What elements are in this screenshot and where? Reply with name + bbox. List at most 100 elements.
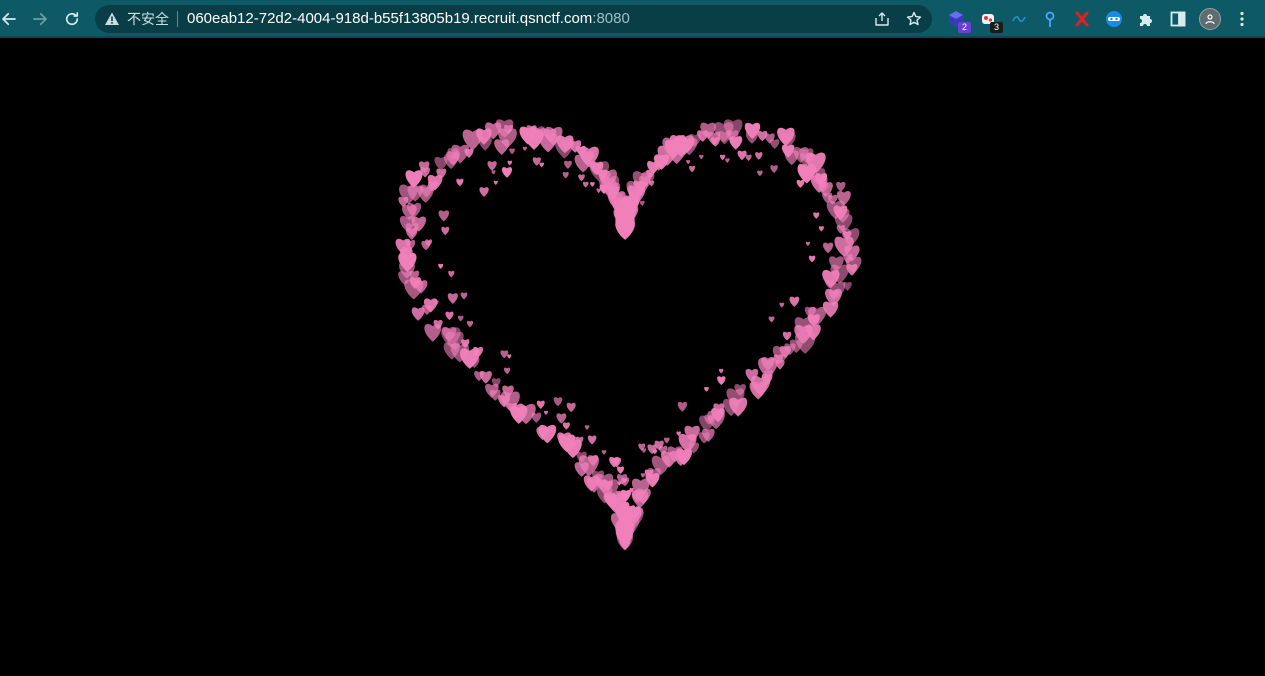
heart-particle: [749, 381, 767, 400]
heart-particle: [448, 270, 455, 278]
heart-particles: [395, 119, 862, 551]
heart-particle: [491, 170, 496, 175]
extension-2-badge: 3: [990, 22, 1003, 33]
mask-extension-icon: [1106, 11, 1122, 27]
heart-particle: [755, 152, 763, 160]
more-menu-icon: [1240, 11, 1244, 27]
heart-particle: [737, 150, 747, 161]
warning-icon[interactable]: [104, 11, 120, 27]
heart-particle: [456, 178, 464, 187]
url-port: :8080: [592, 10, 630, 27]
heart-particle: [717, 376, 726, 385]
heart-particle: [704, 386, 709, 392]
more-menu-button[interactable]: [1231, 8, 1253, 30]
share-button[interactable]: [872, 9, 892, 29]
heart-particle: [405, 170, 423, 188]
heart-particle: [796, 179, 805, 188]
heart-particle: [718, 368, 724, 374]
forward-button[interactable]: [27, 6, 53, 32]
heart-particle: [699, 154, 704, 160]
heart-particle: [698, 432, 710, 444]
star-icon: [906, 11, 922, 26]
heart-particle: [808, 255, 816, 263]
link-extension-icon: [1012, 16, 1026, 22]
heart-particle: [466, 320, 474, 328]
heart-particle: [770, 139, 780, 149]
heart-particle: [616, 466, 625, 474]
bookmark-star-button[interactable]: [904, 9, 924, 29]
extension-2-button[interactable]: 3: [977, 8, 1003, 33]
extension-4-button[interactable]: [1039, 8, 1061, 30]
share-icon: [875, 12, 889, 26]
heart-particle: [813, 212, 820, 219]
heart-particle: [745, 131, 759, 144]
profile-avatar[interactable]: [1199, 8, 1221, 30]
heart-particle: [445, 311, 454, 321]
address-bar[interactable]: 不安全 060eab12-72d2-4004-918d-b55f13805b19…: [95, 5, 932, 33]
heart-particle: [487, 161, 497, 171]
heart-particle: [710, 137, 721, 147]
heart-particle: [536, 400, 545, 409]
security-status-label[interactable]: 不安全: [127, 11, 169, 27]
heart-particle: [590, 182, 595, 187]
heart-particle: [507, 354, 512, 359]
heart-particle: [556, 413, 567, 424]
heart-particle: [441, 226, 450, 236]
extension-1-badge: 2: [958, 22, 971, 33]
extensions-menu-button[interactable]: [1135, 8, 1157, 30]
heart-particle: [729, 136, 743, 150]
heart-particle: [493, 180, 498, 185]
heart-particle: [768, 316, 775, 323]
heart-particle: [574, 462, 589, 477]
heart-particle: [770, 165, 778, 173]
heart-particle: [779, 302, 785, 308]
back-arrow-icon: [2, 12, 16, 26]
heart-particle: [818, 226, 824, 232]
heart-particle: [640, 473, 646, 478]
heart-particle: [500, 350, 509, 359]
heart-particle: [587, 435, 597, 445]
heart-particle: [564, 160, 572, 169]
back-button[interactable]: [0, 6, 22, 32]
reload-icon: [65, 12, 79, 26]
reload-button[interactable]: [59, 6, 85, 32]
heart-particle: [479, 187, 489, 197]
heart-particle: [677, 401, 688, 412]
browser-toolbar: 不安全 060eab12-72d2-4004-918d-b55f13805b19…: [0, 0, 1265, 38]
heart-particle: [725, 158, 730, 163]
heart-particle: [689, 165, 696, 173]
heart-particle: [522, 146, 527, 151]
heart-particle: [757, 170, 763, 177]
heart-particle: [582, 181, 589, 188]
heart-particle: [566, 402, 576, 413]
heart-particle: [805, 241, 810, 246]
heart-particle: [507, 160, 513, 166]
heart-particle: [601, 450, 607, 455]
address-divider: [177, 11, 178, 27]
heart-particle: [460, 292, 468, 300]
extension-6-button[interactable]: [1103, 8, 1125, 30]
heart-particle: [745, 154, 752, 161]
heart-particle: [648, 180, 655, 187]
extension-5-button[interactable]: [1071, 8, 1093, 30]
side-panel-button[interactable]: [1167, 8, 1189, 30]
heart-particle: [503, 367, 511, 375]
sidepanel-icon: [1170, 11, 1186, 27]
heart-particle: [836, 181, 846, 192]
heart-particle: [584, 425, 590, 430]
heart-particle: [562, 172, 569, 179]
heart-particle: [823, 242, 834, 254]
heart-particle: [686, 159, 691, 165]
heart-particle: [663, 437, 670, 444]
heart-animation: [395, 119, 862, 551]
heart-particle: [543, 410, 549, 415]
heart-particle: [438, 263, 444, 269]
extension-3-button[interactable]: [1008, 8, 1030, 30]
heart-particle: [789, 296, 800, 307]
heart-particle: [509, 148, 515, 155]
heart-particle: [782, 331, 792, 341]
url-text[interactable]: 060eab12-72d2-4004-918d-b55f13805b19.rec…: [187, 10, 630, 28]
forward-arrow-icon: [33, 12, 47, 26]
page-canvas: [0, 38, 1265, 676]
extension-1-button[interactable]: 2: [945, 8, 971, 33]
